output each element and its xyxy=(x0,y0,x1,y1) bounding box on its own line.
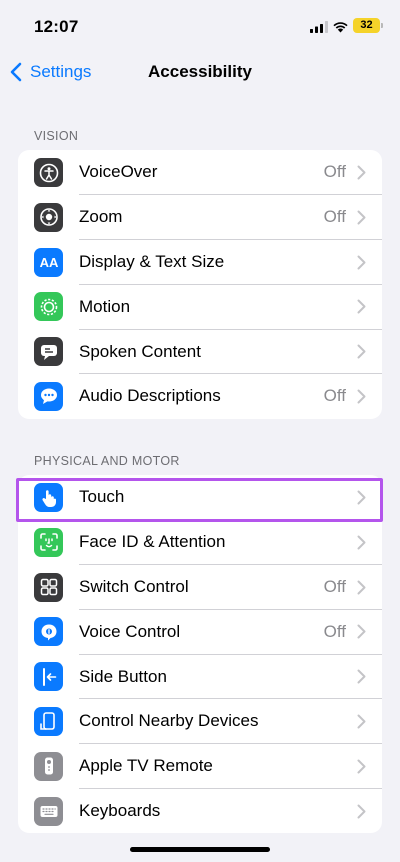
chevron-right-icon xyxy=(357,490,366,505)
voiceover-icon xyxy=(34,158,63,187)
row-face-id-attention[interactable]: Face ID & Attention xyxy=(18,520,382,565)
row-value: Off xyxy=(323,207,346,227)
row-label: Touch xyxy=(79,487,125,507)
status-bar: 12:07 32 xyxy=(0,0,400,50)
chevron-right-icon xyxy=(357,624,366,639)
row-label: VoiceOver xyxy=(79,162,158,182)
side-button-icon xyxy=(34,662,63,692)
row-switch-control[interactable]: Switch Control Off xyxy=(18,565,382,610)
section-header-physical-motor: PHYSICAL AND MOTOR xyxy=(34,454,180,468)
row-zoom[interactable]: Zoom Off xyxy=(18,195,382,240)
chevron-right-icon xyxy=(357,580,366,595)
chevron-right-icon xyxy=(357,759,366,774)
row-label: Switch Control xyxy=(79,576,189,596)
row-keyboards[interactable]: Keyboards xyxy=(18,789,382,834)
text-size-icon: AA xyxy=(34,247,63,277)
svg-text:AA: AA xyxy=(39,255,58,270)
row-value: Off xyxy=(323,162,346,182)
row-label: Apple TV Remote xyxy=(79,756,213,776)
physical-motor-settings-group: Touch Face ID & Attention Switch Control… xyxy=(18,475,382,834)
row-touch[interactable]: Touch xyxy=(18,475,382,520)
row-label: Control Nearby Devices xyxy=(79,711,259,731)
row-label: Spoken Content xyxy=(79,341,201,361)
tv-remote-icon xyxy=(34,751,63,781)
row-label: Keyboards xyxy=(79,800,161,820)
chevron-right-icon xyxy=(357,299,366,314)
row-label: Voice Control xyxy=(79,621,181,641)
face-id-icon xyxy=(34,527,63,557)
zoom-icon xyxy=(34,202,63,232)
row-label: Motion xyxy=(79,296,131,316)
row-value: Off xyxy=(323,576,346,596)
row-value: Off xyxy=(323,386,346,406)
row-label: Face ID & Attention xyxy=(79,532,226,552)
section-header-vision: VISION xyxy=(34,129,79,143)
row-label: Side Button xyxy=(79,666,167,686)
switch-control-icon xyxy=(34,572,63,602)
row-label: Audio Descriptions xyxy=(79,386,221,406)
audio-descriptions-icon xyxy=(34,381,63,411)
home-indicator xyxy=(130,847,270,852)
cellular-signal-icon xyxy=(310,21,328,33)
vision-settings-group: VoiceOver Off Zoom Off AA Display & Text… xyxy=(18,150,382,419)
row-spoken-content[interactable]: Spoken Content xyxy=(18,329,382,374)
row-motion[interactable]: Motion xyxy=(18,284,382,330)
nearby-devices-icon xyxy=(34,706,63,736)
spoken-content-icon xyxy=(34,337,63,367)
row-voiceover[interactable]: VoiceOver Off xyxy=(18,150,382,195)
row-display-text-size[interactable]: AA Display & Text Size xyxy=(18,240,382,285)
row-apple-tv-remote[interactable]: Apple TV Remote xyxy=(18,744,382,789)
chevron-right-icon xyxy=(357,344,366,359)
chevron-right-icon xyxy=(357,535,366,550)
wifi-icon xyxy=(333,22,348,33)
chevron-right-icon xyxy=(357,804,366,819)
chevron-right-icon xyxy=(357,210,366,225)
battery-cap xyxy=(381,23,383,28)
chevron-right-icon xyxy=(357,669,366,684)
chevron-right-icon xyxy=(357,714,366,729)
chevron-right-icon xyxy=(357,389,366,404)
row-label: Zoom xyxy=(79,207,123,227)
row-voice-control[interactable]: Voice Control Off xyxy=(18,609,382,655)
row-control-nearby-devices[interactable]: Control Nearby Devices xyxy=(18,699,382,744)
touch-hand-icon xyxy=(34,483,63,512)
motion-icon xyxy=(34,292,63,322)
voice-control-icon xyxy=(34,617,63,647)
battery-indicator: 32 xyxy=(353,18,380,33)
chevron-right-icon xyxy=(357,165,366,180)
chevron-right-icon xyxy=(357,255,366,270)
row-audio-descriptions[interactable]: Audio Descriptions Off xyxy=(18,374,382,419)
row-label: Display & Text Size xyxy=(79,251,225,271)
status-time: 12:07 xyxy=(34,17,79,36)
page-title: Accessibility xyxy=(148,62,252,81)
row-side-button[interactable]: Side Button xyxy=(18,654,382,699)
row-value: Off xyxy=(323,621,346,641)
keyboard-icon xyxy=(34,796,63,826)
